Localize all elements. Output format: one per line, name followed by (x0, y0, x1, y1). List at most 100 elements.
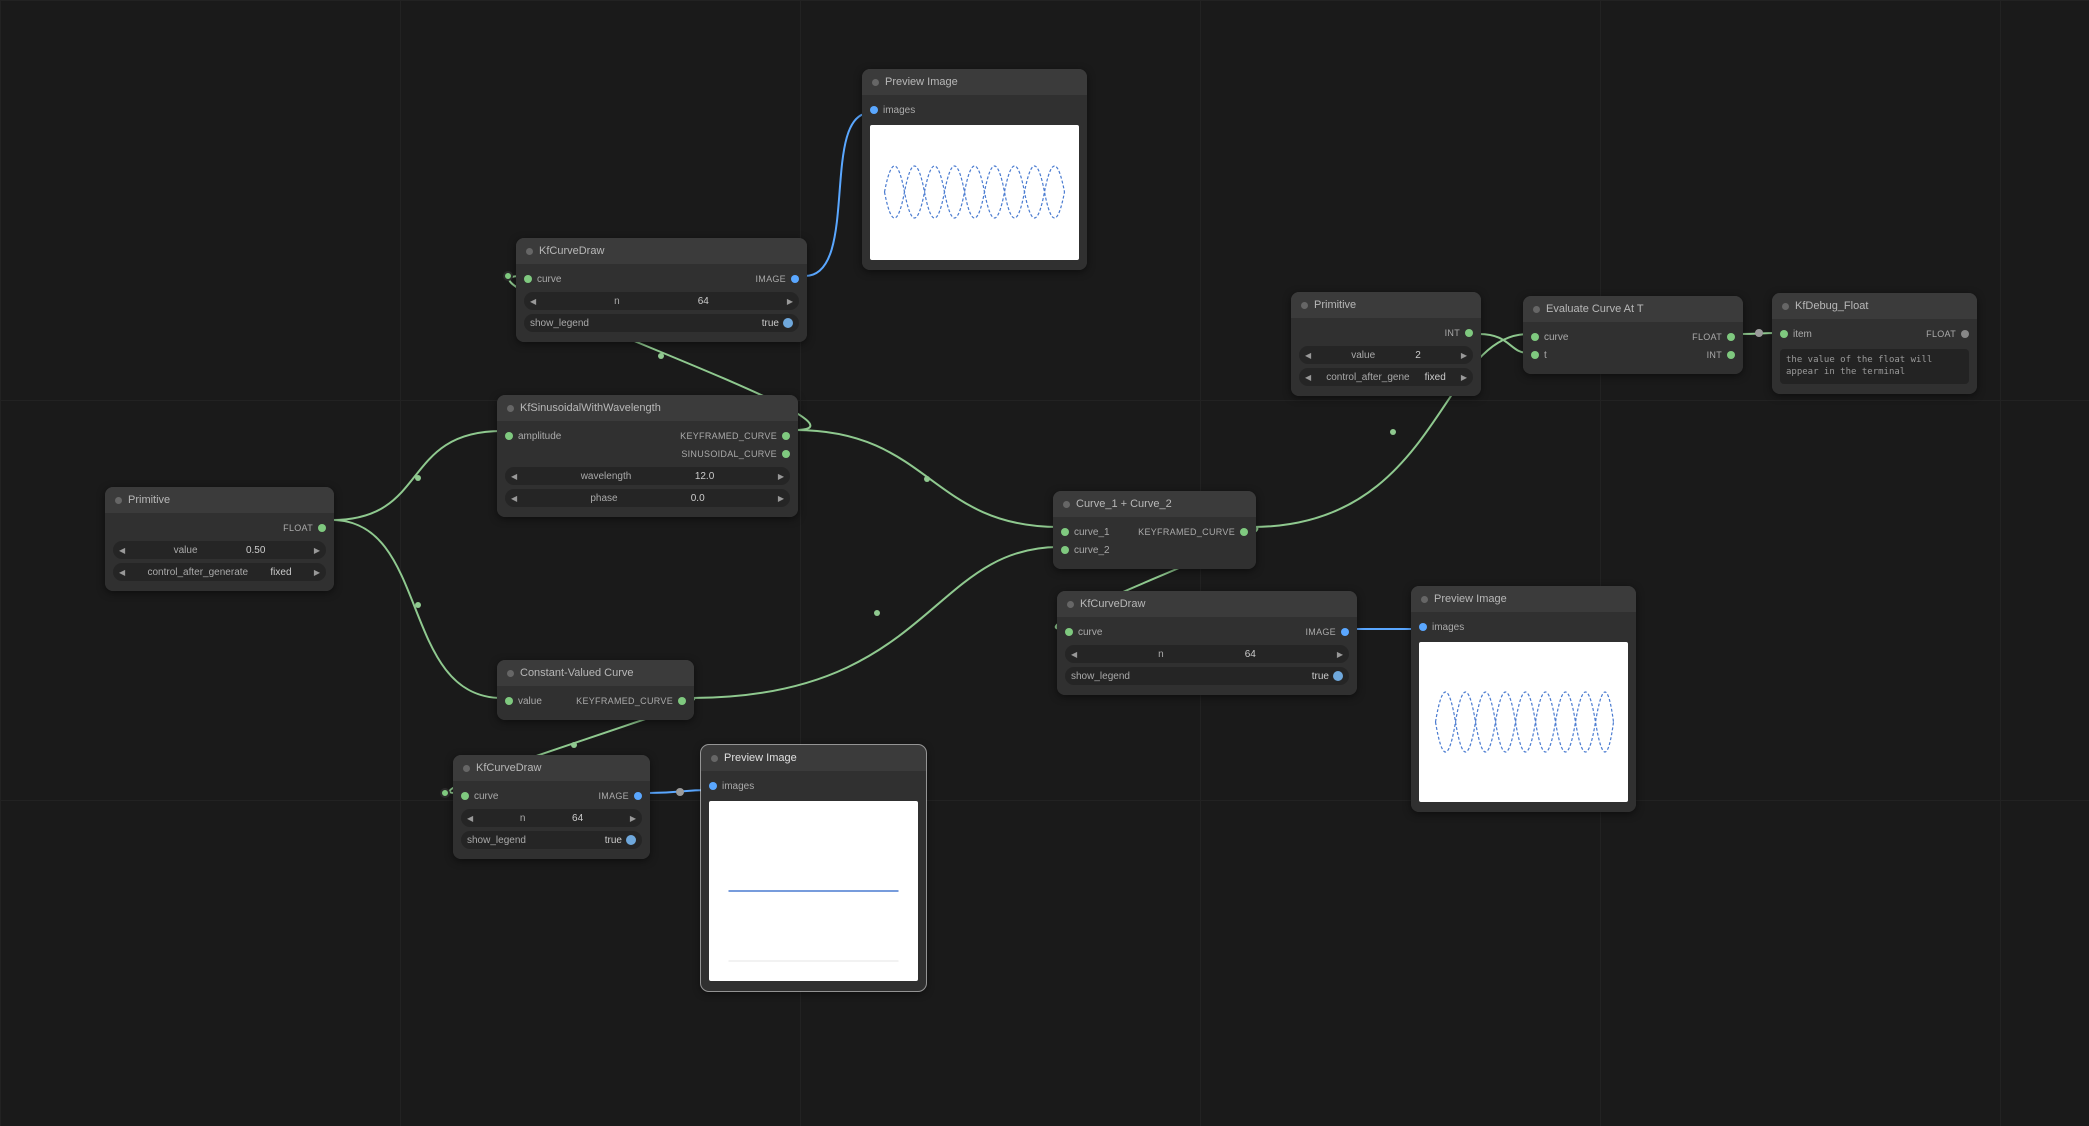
output-port-sinusoidal[interactable] (782, 450, 790, 458)
input-port-curve[interactable] (1065, 628, 1073, 636)
widget-n[interactable]: ◀ n 64 ▶ (524, 292, 799, 310)
input-port-curve[interactable] (524, 275, 532, 283)
output-port-image[interactable] (1341, 628, 1349, 636)
node-constant-curve[interactable]: Constant-Valued Curve value KEYFRAMED_CU… (497, 660, 694, 720)
node-curvedraw-bottom[interactable]: KfCurveDraw curve IMAGE ◀ n 64 ▶ show_le… (453, 755, 650, 859)
reroute-port[interactable] (503, 271, 513, 281)
collapse-dot[interactable] (1533, 306, 1540, 313)
collapse-dot[interactable] (507, 405, 514, 412)
collapse-dot[interactable] (872, 79, 879, 86)
input-port-item[interactable] (1780, 330, 1788, 338)
node-header[interactable]: Constant-Valued Curve (497, 660, 694, 686)
decrement-arrow[interactable]: ◀ (1305, 351, 1311, 360)
collapse-dot[interactable] (115, 497, 122, 504)
decrement-arrow[interactable]: ◀ (1071, 650, 1077, 659)
output-port-image[interactable] (791, 275, 799, 283)
node-preview-right[interactable]: Preview Image images (1411, 586, 1636, 812)
node-title: Preview Image (724, 752, 797, 764)
collapse-dot[interactable] (463, 765, 470, 772)
input-port-t[interactable] (1531, 351, 1539, 359)
collapse-dot[interactable] (526, 248, 533, 255)
prev-arrow[interactable]: ◀ (1305, 373, 1311, 382)
node-primitive-float[interactable]: Primitive FLOAT ◀ value 0.50 ▶ ◀ control… (105, 487, 334, 591)
node-curvedraw-right[interactable]: KfCurveDraw curve IMAGE ◀ n 64 ▶ show_le… (1057, 591, 1357, 695)
node-sinusoidal[interactable]: KfSinusoidalWithWavelength amplitude KEY… (497, 395, 798, 517)
next-arrow[interactable]: ▶ (314, 568, 320, 577)
node-header[interactable]: Preview Image (1411, 586, 1636, 612)
output-port-float[interactable] (1727, 333, 1735, 341)
node-primitive-int[interactable]: Primitive INT ◀ value 2 ▶ ◀ control_afte… (1291, 292, 1481, 396)
node-curvedraw-top[interactable]: KfCurveDraw curve IMAGE ◀ n 64 ▶ show_le… (516, 238, 807, 342)
increment-arrow[interactable]: ▶ (630, 814, 636, 823)
output-port-keyframed[interactable] (678, 697, 686, 705)
node-evaluate-curve[interactable]: Evaluate Curve At T curve FLOAT t INT (1523, 296, 1743, 374)
node-header[interactable]: KfCurveDraw (1057, 591, 1357, 617)
decrement-arrow[interactable]: ◀ (119, 546, 125, 555)
input-port-amplitude[interactable] (505, 432, 513, 440)
node-header[interactable]: Preview Image (862, 69, 1087, 95)
input-port-images[interactable] (870, 106, 878, 114)
node-header[interactable]: KfDebug_Float (1772, 293, 1977, 319)
increment-arrow[interactable]: ▶ (1461, 351, 1467, 360)
collapse-dot[interactable] (1067, 601, 1074, 608)
collapse-dot[interactable] (1063, 501, 1070, 508)
output-port-float[interactable] (1961, 330, 1969, 338)
widget-value[interactable]: ◀ value 0.50 ▶ (113, 541, 326, 559)
node-preview-top[interactable]: Preview Image images (862, 69, 1087, 270)
decrement-arrow[interactable]: ◀ (511, 472, 517, 481)
output-port-keyframed[interactable] (1240, 528, 1248, 536)
widget-show-legend[interactable]: show_legend true (1065, 667, 1349, 685)
increment-arrow[interactable]: ▶ (778, 494, 784, 503)
node-header[interactable]: KfSinusoidalWithWavelength (497, 395, 798, 421)
node-header[interactable]: Primitive (1291, 292, 1481, 318)
collapse-dot[interactable] (1782, 303, 1789, 310)
output-label: IMAGE (598, 791, 629, 801)
input-port-curve2[interactable] (1061, 546, 1069, 554)
widget-n[interactable]: ◀ n 64 ▶ (461, 809, 642, 827)
output-port[interactable] (1465, 329, 1473, 337)
collapse-dot[interactable] (1301, 302, 1308, 309)
collapse-dot[interactable] (1421, 596, 1428, 603)
node-curve-add[interactable]: Curve_1 + Curve_2 curve_1 KEYFRAMED_CURV… (1053, 491, 1256, 569)
input-port-value[interactable] (505, 697, 513, 705)
increment-arrow[interactable]: ▶ (787, 297, 793, 306)
input-port-curve[interactable] (461, 792, 469, 800)
increment-arrow[interactable]: ▶ (314, 546, 320, 555)
widget-phase[interactable]: ◀ phase 0.0 ▶ (505, 489, 790, 507)
output-port[interactable] (318, 524, 326, 532)
widget-control-after-generate[interactable]: ◀ control_after_generate fixed ▶ (113, 563, 326, 581)
decrement-arrow[interactable]: ◀ (467, 814, 473, 823)
prev-arrow[interactable]: ◀ (119, 568, 125, 577)
widget-show-legend[interactable]: show_legend true (524, 314, 799, 332)
output-port-keyframed[interactable] (782, 432, 790, 440)
output-port-image[interactable] (634, 792, 642, 800)
node-header[interactable]: Primitive (105, 487, 334, 513)
node-title: Curve_1 + Curve_2 (1076, 498, 1172, 510)
node-title: KfSinusoidalWithWavelength (520, 402, 661, 414)
output-port-int[interactable] (1727, 351, 1735, 359)
next-arrow[interactable]: ▶ (1461, 373, 1467, 382)
input-port-images[interactable] (1419, 623, 1427, 631)
input-port-images[interactable] (709, 782, 717, 790)
collapse-dot[interactable] (507, 670, 514, 677)
input-port-curve[interactable] (1531, 333, 1539, 341)
increment-arrow[interactable]: ▶ (778, 472, 784, 481)
widget-show-legend[interactable]: show_legend true (461, 831, 642, 849)
node-header[interactable]: Curve_1 + Curve_2 (1053, 491, 1256, 517)
decrement-arrow[interactable]: ◀ (511, 494, 517, 503)
collapse-dot[interactable] (711, 755, 718, 762)
node-header[interactable]: KfCurveDraw (516, 238, 807, 264)
decrement-arrow[interactable]: ◀ (530, 297, 536, 306)
node-debug-float[interactable]: KfDebug_Float item FLOAT the value of th… (1772, 293, 1977, 394)
increment-arrow[interactable]: ▶ (1337, 650, 1343, 659)
widget-value[interactable]: ◀ value 2 ▶ (1299, 346, 1473, 364)
node-header[interactable]: Evaluate Curve At T (1523, 296, 1743, 322)
widget-n[interactable]: ◀ n 64 ▶ (1065, 645, 1349, 663)
widget-control-after-generate[interactable]: ◀ control_after_gene fixed ▶ (1299, 368, 1473, 386)
node-header[interactable]: Preview Image (701, 745, 926, 771)
node-header[interactable]: KfCurveDraw (453, 755, 650, 781)
node-preview-bottom[interactable]: Preview Image images (701, 745, 926, 991)
reroute-port[interactable] (440, 788, 450, 798)
input-port-curve1[interactable] (1061, 528, 1069, 536)
widget-wavelength[interactable]: ◀ wavelength 12.0 ▶ (505, 467, 790, 485)
